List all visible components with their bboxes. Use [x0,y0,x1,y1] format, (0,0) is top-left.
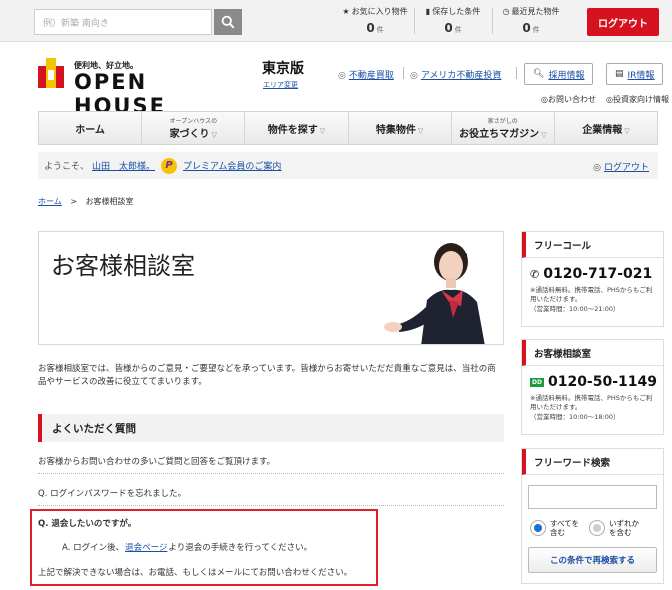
consult-box: お客様相談室 DD 0120-50-1149 ※通話料無料。携帯電話、PHSからも… [521,339,664,435]
favorites-link[interactable]: ★ お気に入り物件 0件 [340,6,410,35]
favorites-label: お気に入り物件 [351,7,408,16]
nav-magazine[interactable]: 家さがしの お役立ちマガジン ▽ [452,112,555,144]
radio-match-any[interactable]: いずれか を含む [589,519,639,537]
chevron-down-icon: ▽ [211,131,217,139]
document-icon: ▤ [615,69,624,79]
header-link-us-investment[interactable]: ◎ アメリカ不動産投資 [410,68,501,81]
open-house-logo-icon [38,58,64,88]
nav-featured[interactable]: 特集物件 ▽ [349,112,452,144]
free-call-note: ※通話料無料。携帯電話、PHSからもご利用いただけます。 （営業時間：10:00… [530,286,653,313]
user-name-link[interactable]: 山田 太郎様。 [92,159,155,172]
circle-arrow-icon: ◎ [410,71,418,81]
contact-link[interactable]: ◎お問い合わせ [541,94,596,105]
staff-illustration [384,243,485,344]
search-icon: 🔍︎ [533,69,545,79]
premium-badge-icon: P [161,157,178,174]
ir-button[interactable]: ▤ IR情報 [606,63,664,85]
free-call-number[interactable]: ✆ 0120-717-021 [522,258,663,282]
saved-label: 保存した条件 [432,7,481,16]
investor-link[interactable]: ◎投資家向け情報 [606,94,669,105]
circle-arrow-icon: ◎ [606,95,613,104]
star-icon: ★ [342,7,350,16]
free-call-title: フリーコール [522,232,663,258]
chevron-down-icon: ▽ [541,131,547,139]
logout-button[interactable]: ログアウト [587,8,659,36]
hero-banner: お客様相談室 [38,231,504,345]
clock-icon: ◷ [502,7,510,16]
free-dial-icon: ✆ [530,267,540,281]
faq-answer-withdraw: A. ログイン後、退会ページより退会の手続きを行ってください。 [62,543,313,553]
chevron-down-icon: ▽ [624,126,630,135]
breadcrumb: ホーム > お客様相談室 [38,197,134,206]
circle-arrow-icon: ◎ [541,95,548,104]
site-logo[interactable]: 便利地、好立地。 OPEN HOUSE [38,56,238,118]
intro-text: お客様相談室では、皆様からのご意見・ご要望などを承っています。皆様からお寄せいた… [38,364,496,388]
circle-arrow-icon: ◎ [338,71,346,81]
keyword-search-box: フリーワード検索 すべてを 含む いずれか を含む この条件で再検索する [521,448,664,584]
saved-count: 0 [444,21,453,35]
faq-description: お客様からお問い合わせの多いご質問と回答をご覧頂けます。 [38,457,276,467]
premium-info-link[interactable]: プレミアム会員のご案内 [183,159,281,172]
site-search-input[interactable]: 例）新築 南向き [34,9,212,35]
nav-home[interactable]: ホーム [39,112,143,144]
global-nav: ホーム オープンハウスの 家づくり ▽ 物件を探す ▽ 特集物件 ▽ 家さがしの お役… [38,111,658,145]
search-icon [221,15,235,29]
search-button[interactable] [214,9,242,35]
consult-number[interactable]: DD 0120-50-1149 [522,366,663,390]
edition-label: 東京版 [262,61,304,77]
consult-title: お客様相談室 [522,340,663,366]
chevron-down-icon: ▽ [319,126,326,135]
area-change-link[interactable]: エリア変更 [263,80,298,90]
consult-note: ※通話料無料。携帯電話、PHSからもご利用いただけます。 （営業時間：10:00… [530,394,653,421]
faq-heading: よくいただく質問 [38,414,504,442]
breadcrumb-home[interactable]: ホーム [38,197,62,206]
nav-house-building[interactable]: オープンハウスの 家づくり ▽ [142,112,246,144]
welcome-logout-link[interactable]: ◎ ログアウト [593,160,652,173]
faq-question-password[interactable]: Q. ログインパスワードを忘れました。 [38,487,186,499]
circle-arrow-icon: ◎ [593,163,601,173]
breadcrumb-current: お客様相談室 [85,197,134,206]
faq-contact-note: 上記で解決できない場合は、お電話、もしくはメールにてお問い合わせください。 [38,568,353,578]
chevron-down-icon: ▽ [417,126,424,135]
header-link-buyback[interactable]: ◎ 不動産買取 [338,68,394,81]
dial-badge-icon: DD [530,377,544,387]
keyword-input[interactable] [528,485,657,509]
saved-conditions-link[interactable]: ▮ 保存した条件 0件 [418,6,488,35]
withdraw-page-link[interactable]: 退会ページ [125,543,167,553]
radio-match-all[interactable]: すべてを 含む [530,519,579,537]
nav-find-property[interactable]: 物件を探す ▽ [245,112,349,144]
recent-label: 最近見た物件 [511,7,560,16]
nav-company[interactable]: 企業情報 ▽ [555,112,657,144]
free-call-box: フリーコール ✆ 0120-717-021 ※通話料無料。携帯電話、PHSからもご… [521,231,664,327]
document-icon: ▮ [425,7,431,16]
top-utility-bar: 例）新築 南向き ★ お気に入り物件 0件 ▮ 保存した条件 0件 ◷ 最近見た物件 … [0,0,672,42]
recruit-button[interactable]: 🔍︎ 採用情報 [524,63,594,85]
keyword-search-title: フリーワード検索 [522,449,663,475]
faq-question-withdraw[interactable]: Q. 退会したいのですが。 [38,517,136,529]
welcome-bar: ようこそ、 山田 太郎様。 P プレミアム会員のご案内 ◎ ログアウト [38,152,658,179]
page-title: お客様相談室 [51,252,195,280]
recently-viewed-link[interactable]: ◷ 最近見た物件 0件 [496,6,566,35]
re-search-button[interactable]: この条件で再検索する [528,547,657,573]
recent-count: 0 [522,21,531,35]
favorites-count: 0 [366,21,375,35]
